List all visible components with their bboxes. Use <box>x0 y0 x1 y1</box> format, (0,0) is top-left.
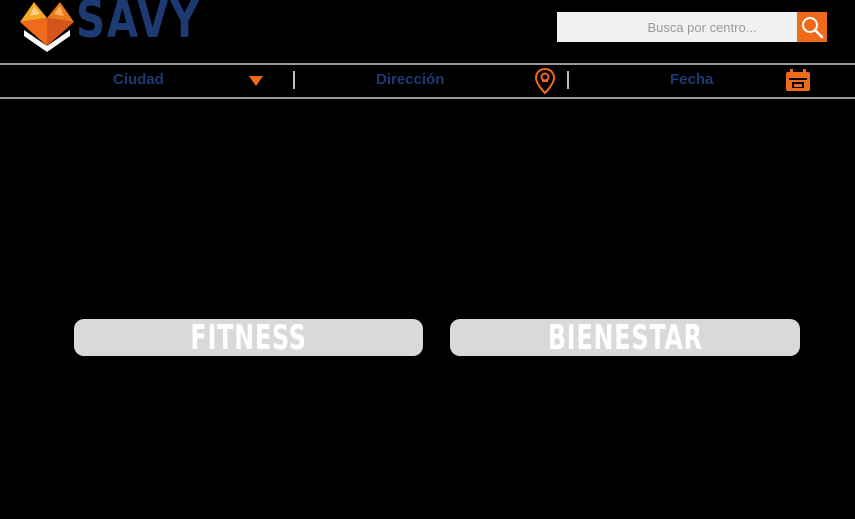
search-bar <box>557 12 827 42</box>
search-button[interactable] <box>797 12 827 42</box>
search-input[interactable] <box>557 12 797 42</box>
chevron-down-icon <box>249 76 263 86</box>
filter-address[interactable]: Dirección <box>300 65 562 97</box>
filter-address-label: Dirección <box>376 71 445 88</box>
filter-separator <box>293 71 295 89</box>
header: SAVY <box>0 0 855 64</box>
category-wellness-label: BIENESTAR <box>547 317 703 358</box>
search-icon <box>802 17 824 39</box>
fox-logo-icon <box>20 2 74 52</box>
category-wellness-button[interactable]: BIENESTAR <box>450 317 800 358</box>
brand-name: SAVY <box>76 0 201 50</box>
category-fitness-label: FITNESS <box>190 317 307 358</box>
filter-date[interactable]: Fecha <box>575 65 820 97</box>
filter-date-label: Fecha <box>670 71 714 88</box>
filter-separator <box>567 71 569 89</box>
category-fitness-button[interactable]: FITNESS <box>74 317 423 358</box>
filter-city-label: Ciudad <box>113 71 164 88</box>
filter-bar: Ciudad Dirección Fecha <box>0 63 855 99</box>
savy-logo[interactable]: SAVY <box>18 0 201 54</box>
location-pin-icon <box>534 67 556 95</box>
filter-city[interactable]: Ciudad <box>60 65 280 97</box>
calendar-icon <box>786 69 810 91</box>
